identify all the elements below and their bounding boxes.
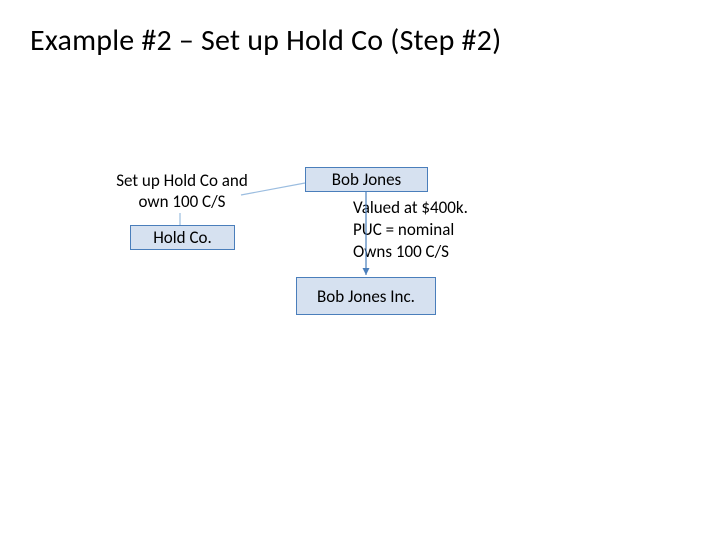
annotation-valuation: Valued at $400k. PUC = nominal Owns 100 …: [353, 197, 468, 263]
caption-line-2: own 100 C/S: [139, 191, 226, 212]
box-bob-jones: Bob Jones: [305, 167, 428, 192]
annotation-line-2: PUC = nominal: [353, 219, 454, 240]
annotation-line-3: Owns 100 C/S: [353, 241, 449, 262]
caption-line-1: Set up Hold Co and: [116, 170, 248, 191]
slide-title: Example #2 – Set up Hold Co (Step #2): [30, 22, 501, 59]
annotation-line-1: Valued at $400k.: [353, 197, 468, 218]
box-bob-jones-inc-label: Bob Jones Inc.: [317, 286, 415, 307]
box-hold-co: Hold Co.: [130, 225, 235, 250]
connector-lines: [0, 0, 720, 540]
box-bob-jones-label: Bob Jones: [332, 169, 401, 190]
caption-holdco-setup: Set up Hold Co and own 100 C/S: [97, 170, 267, 212]
box-hold-co-label: Hold Co.: [153, 227, 212, 248]
box-bob-jones-inc: Bob Jones Inc.: [296, 277, 436, 315]
slide-canvas: Example #2 – Set up Hold Co (Step #2) Se…: [0, 0, 720, 540]
